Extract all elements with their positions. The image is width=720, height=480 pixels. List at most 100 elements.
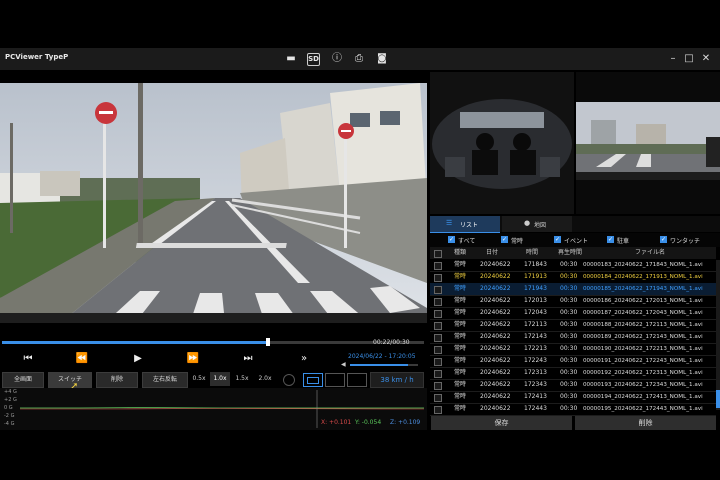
filter-checkbox-2[interactable]: ✓ [554,236,561,243]
tab-list[interactable]: ☰ リスト [430,216,500,234]
file-name: 00000184_20240622_171913_NOML_1.avi [583,274,703,280]
seek-handle[interactable] [265,338,270,346]
file-time: 171843 [524,261,547,268]
column-header-0[interactable]: 種類 [454,247,466,259]
file-dur: 00:30 [560,369,578,376]
speed-2.0x-button[interactable]: 2.0x [255,372,275,386]
file-row[interactable]: 常時 20240622 172443 00:30 00000195_20240622_1… [430,403,716,416]
tab-map-label: 地図 [534,222,547,229]
front-camera-video[interactable] [0,83,427,323]
filter-checkbox-3[interactable]: ✓ [607,236,614,243]
fullscreen-button[interactable]: 全画面 [2,372,44,388]
file-type: 常時 [454,357,467,364]
seek-fill [2,341,268,344]
file-row-checkbox[interactable] [434,286,442,294]
volume-slider[interactable] [350,364,418,366]
file-row-checkbox[interactable] [434,274,442,282]
file-row-checkbox[interactable] [434,262,442,270]
skip-button[interactable]: » [284,348,324,370]
rear-camera-video[interactable] [576,72,720,214]
single-view-icon[interactable] [303,373,323,387]
delete-file-button[interactable]: 削除 [575,416,716,430]
filter-checkbox-0[interactable]: ✓ [448,236,455,243]
file-row-checkbox[interactable] [434,394,442,402]
camera-icon[interactable]: ◙ [375,52,389,66]
file-row-checkbox[interactable] [434,310,442,318]
info-icon[interactable]: ⓘ [330,52,344,66]
speed-readout: 38 km / h [370,372,424,388]
column-header-1[interactable]: 日付 [486,247,498,259]
speed-1.5x-button[interactable]: 1.5x [232,372,252,386]
file-name: 00000186_20240622_172013_NOML_1.avi [583,298,703,304]
folder-icon[interactable]: ▬ [284,52,298,66]
list-scrollbar[interactable] [716,260,720,410]
g-value-x: X: +0.101 [321,419,352,426]
file-date: 20240622 [480,309,511,316]
title-bar: PCViewer TypeP ▬ SD ⓘ ⎙ ◙ – □ ✕ [0,48,720,70]
file-row-checkbox[interactable] [434,322,442,330]
file-date: 20240622 [480,285,511,292]
speed-0.5x-button[interactable]: 0.5x [189,372,209,386]
close-button[interactable]: ✕ [699,51,713,67]
file-time: 171913 [524,273,547,280]
print-icon[interactable]: ⎙ [352,52,366,66]
list-scroll-thumb[interactable] [716,390,720,408]
g-label-zero: 0 G [4,405,13,411]
next-file-button[interactable]: ⏭ [228,348,268,370]
rewind-button[interactable]: ⏪ [62,348,102,370]
file-row-checkbox[interactable] [434,382,442,390]
list-icon: ☰ [446,219,453,227]
save-button[interactable]: 保存 [431,416,572,430]
file-name: 00000193_20240622_172343_NOML_1.avi [583,382,703,388]
speed-1.0x-button[interactable]: 1.0x [210,372,230,386]
file-dur: 00:30 [560,261,578,268]
previous-file-button[interactable]: ⏮ [8,348,48,370]
split-view-icon[interactable] [325,373,345,387]
file-dur: 00:30 [560,393,578,400]
filter-checkbox-1[interactable]: ✓ [501,236,508,243]
play-button[interactable]: ▶ [118,348,158,370]
file-dur: 00:30 [560,273,578,280]
file-date: 20240622 [480,321,511,328]
triple-view-icon[interactable] [347,373,367,387]
g-label-minus4: -4 G [4,421,15,427]
column-header-4[interactable]: ファイル名 [635,247,665,259]
file-type: 常時 [454,285,467,292]
file-list-header: 種類 日付 時間 再生時間 ファイル名 [430,247,716,259]
interior-camera-video[interactable] [430,72,574,214]
file-dur: 00:30 [560,321,578,328]
minimize-button[interactable]: – [666,51,680,67]
file-row-checkbox[interactable] [434,346,442,354]
file-date: 20240622 [480,297,511,304]
front-camera-scene [0,83,427,323]
g-label-plus4: +4 G [4,389,17,395]
column-header-2[interactable]: 時間 [526,247,538,259]
select-all-checkbox[interactable] [434,250,442,258]
tab-map[interactable]: ● 地図 [502,216,572,232]
delete-button[interactable]: 削除 [96,372,138,388]
column-header-3[interactable]: 再生時間 [558,247,582,259]
filter-checkbox-4[interactable]: ✓ [660,236,667,243]
file-row-checkbox[interactable] [434,298,442,306]
maximize-button[interactable]: □ [682,51,696,67]
mirror-button[interactable]: 左右反転 [142,372,188,388]
file-type: 常時 [454,333,467,340]
file-name: 00000188_20240622_172113_NOML_1.avi [583,322,703,328]
file-time: 172213 [524,345,547,352]
file-date: 20240622 [480,261,511,268]
file-time: 171943 [524,285,547,292]
file-time: 172443 [524,405,547,412]
file-row-checkbox[interactable] [434,334,442,342]
circle-view-icon[interactable] [283,374,295,386]
file-row-checkbox[interactable] [434,406,442,414]
panel-tabs: ☰ リスト ● 地図 [430,216,720,234]
file-type: 常時 [454,393,467,400]
file-list[interactable]: 種類 日付 時間 再生時間 ファイル名常時 20240622 171843 00:30 0000… [430,247,716,416]
file-row-checkbox[interactable] [434,358,442,366]
sd-card-icon[interactable]: SD [307,53,320,66]
file-row-checkbox[interactable] [434,370,442,378]
file-name: 00000185_20240622_171943_NOML_1.avi [583,286,703,292]
playback-time: 00:22/00:30 [373,339,410,346]
fast-forward-button[interactable]: ⏩ [173,348,213,370]
file-time: 172143 [524,333,547,340]
